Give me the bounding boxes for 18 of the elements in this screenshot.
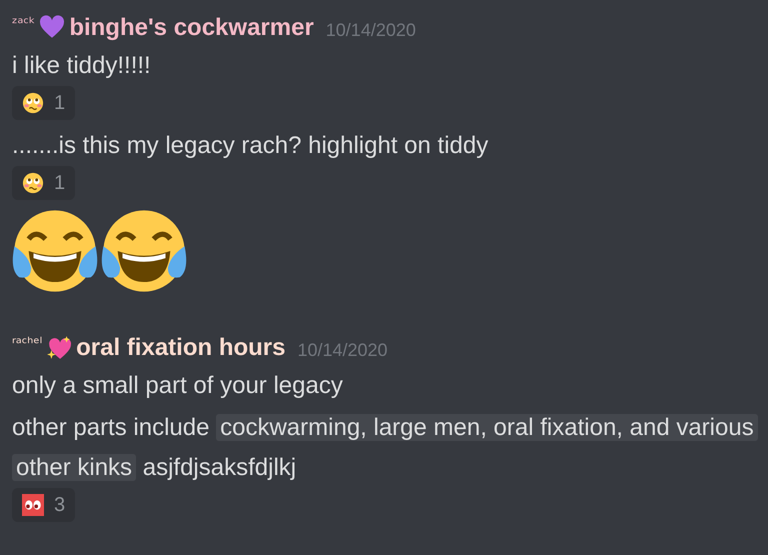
message-text: i like tiddy!!!!! — [12, 51, 152, 81]
reaction-button[interactable]: 1 — [12, 166, 76, 200]
eyes-icon — [22, 494, 44, 516]
sparkling-heart-icon — [46, 335, 72, 361]
timestamp: 10/14/2020 — [297, 338, 388, 362]
message-text: only a small part of your legacy — [12, 371, 344, 401]
timestamp: 10/14/2020 — [326, 18, 416, 42]
message-text: .......is this my legacy rach? highlight on tiddy — [12, 131, 490, 161]
username[interactable]: oral fixation hours — [76, 330, 286, 366]
pleading-face-icon — [22, 92, 44, 114]
laughing-crying-face-icon — [101, 208, 187, 294]
username-prefix: ᶻᵃᶜᵏ — [12, 13, 36, 34]
reaction-button[interactable]: 3 — [12, 488, 76, 522]
pleading-face-icon — [22, 172, 44, 194]
reaction-button[interactable]: 1 — [12, 86, 76, 120]
username-prefix: ʳᵃᶜʰᵉˡ — [12, 333, 42, 354]
username[interactable]: binghe's cockwarmer — [69, 10, 314, 46]
laughing-crying-face-icon — [12, 208, 98, 294]
